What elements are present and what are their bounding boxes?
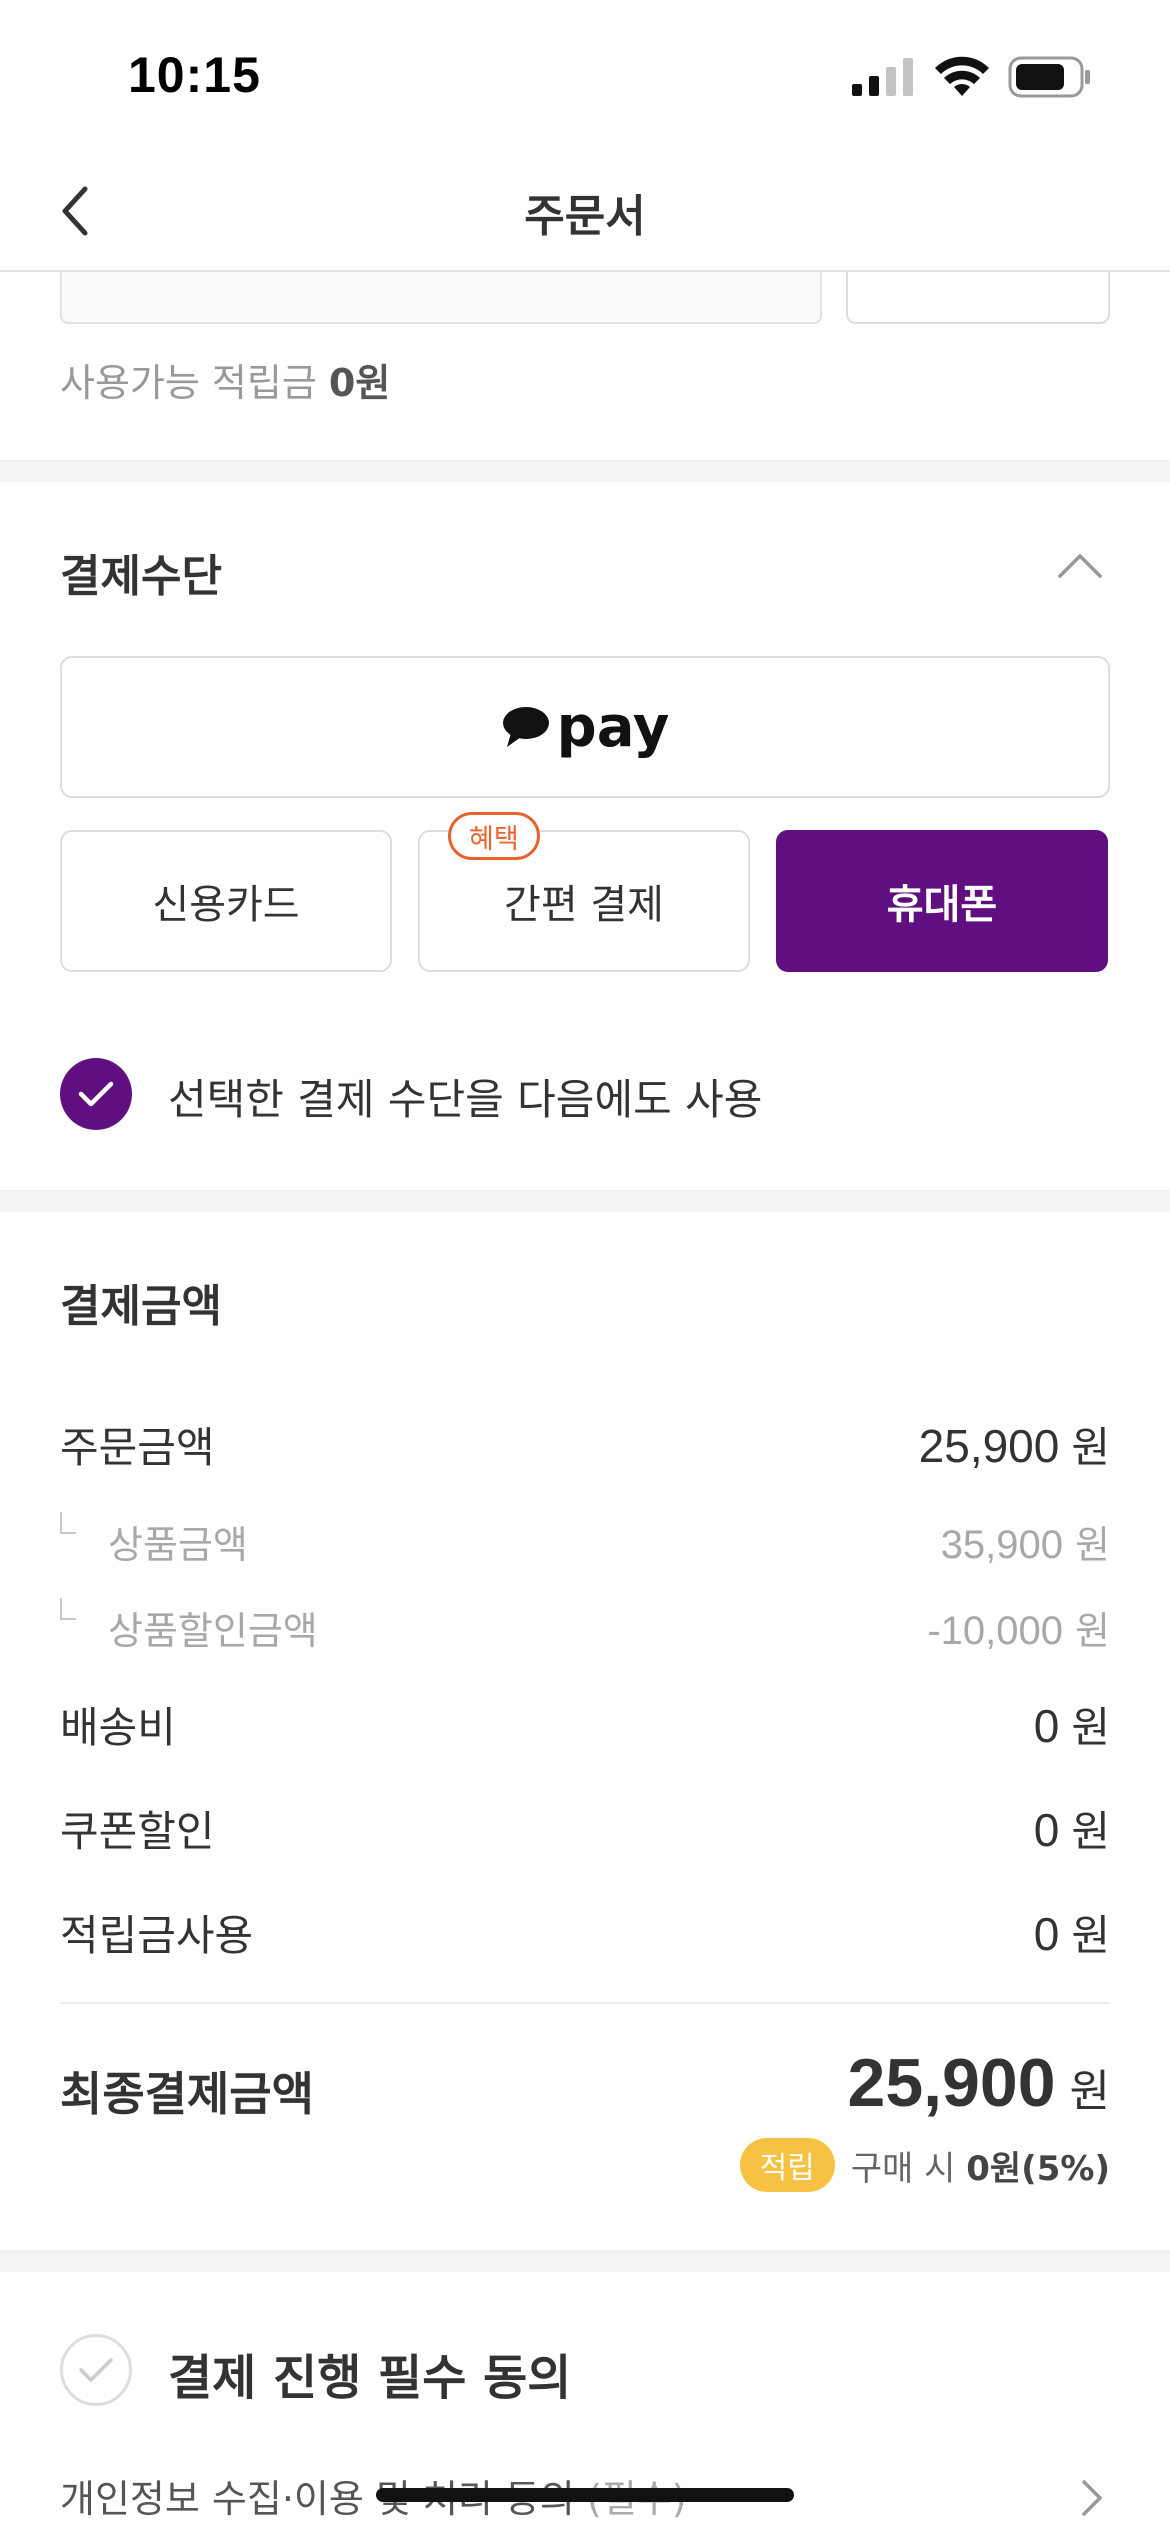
indent-marker — [60, 1512, 76, 1534]
battery-icon — [1008, 56, 1090, 98]
amount-row-coupon: 쿠폰할인 0원 — [60, 1798, 1110, 1859]
amount-unit: 원 — [1075, 1523, 1110, 1567]
amount-row-order: 주문금액 25,900 원 — [60, 1414, 1110, 1475]
wifi-icon — [935, 56, 989, 96]
points-available-value: 0원 — [328, 361, 391, 405]
reward-badge: 적립 — [739, 2138, 835, 2192]
amount-unit: 원 — [1075, 1609, 1110, 1653]
final-amount-number: 25,900 — [847, 2045, 1056, 2121]
amount-unit: 원 — [1071, 1807, 1110, 1856]
method-phone-button[interactable]: 휴대폰 — [776, 830, 1108, 972]
amount-row-value: 0원 — [1034, 1694, 1110, 1755]
home-indicator — [376, 2488, 794, 2502]
checkmark-icon — [79, 2358, 113, 2382]
amount-number: -10,000 — [927, 1609, 1064, 1653]
reward-prefix: 구매 시 — [850, 2148, 956, 2189]
payment-method-title: 결제수단 — [60, 551, 222, 602]
final-amount-unit: 원 — [1069, 2066, 1110, 2117]
section-divider — [0, 460, 1170, 482]
amount-row-value: 25,900 원 — [919, 1414, 1110, 1475]
remember-method-label[interactable]: 선택한 결제 수단을 다음에도 사용 — [168, 1066, 762, 1127]
final-amount-value: 25,900 원 — [848, 2044, 1110, 2122]
agreement-title[interactable]: 결제 진행 필수 동의 — [168, 2338, 571, 2408]
amount-row-label: 상품금액 — [60, 1512, 248, 1569]
final-amount-label: 최종결제금액 — [60, 2067, 314, 2121]
agreement-checkbox[interactable] — [60, 2334, 132, 2406]
signal-icon — [852, 58, 913, 96]
points-available: 사용가능 적립금 0원 — [60, 352, 390, 407]
kakaopay-logo: pay — [501, 694, 670, 760]
chevron-right-icon[interactable] — [1072, 2474, 1112, 2522]
reward-info: 적립 구매 시 0원(5%) — [739, 2138, 1110, 2192]
amount-unit: 원 — [1071, 1703, 1110, 1752]
amount-number: 0 — [1033, 1804, 1060, 1856]
amount-row-label: 주문금액 — [60, 1423, 215, 1472]
amount-row-product: 상품금액 35,900 원 — [60, 1512, 1110, 1569]
amount-row-value: 0원 — [1034, 1798, 1110, 1859]
amount-row-label: 배송비 — [60, 1703, 176, 1752]
indent-marker — [60, 1598, 76, 1620]
amount-number: 0 — [1033, 1700, 1060, 1752]
kakaopay-label: pay — [556, 694, 670, 760]
kakaopay-button[interactable]: pay — [60, 656, 1110, 798]
method-credit-card-button[interactable]: 신용카드 — [60, 830, 392, 972]
amount-unit: 원 — [1071, 1423, 1110, 1472]
points-use-all-button[interactable] — [846, 272, 1110, 324]
reward-value: 0원(5%) — [966, 2148, 1110, 2189]
chevron-up-icon[interactable] — [1050, 544, 1110, 588]
section-divider — [0, 2250, 1170, 2272]
speech-bubble-icon — [502, 707, 549, 747]
amount-row-label: 쿠폰할인 — [60, 1807, 215, 1856]
amount-row-value: 35,900 원 — [941, 1514, 1110, 1569]
amount-number: 25,900 — [918, 1420, 1060, 1472]
amount-row-value: 0원 — [1034, 1902, 1110, 1963]
points-input[interactable] — [60, 272, 822, 324]
reward-text: 구매 시 0원(5%) — [851, 2141, 1110, 2190]
amount-row-label: 상품할인금액 — [60, 1598, 318, 1655]
amount-number: 35,900 — [940, 1523, 1064, 1567]
header: 주문서 — [0, 150, 1170, 272]
amount-row-label-text: 상품할인금액 — [108, 1609, 318, 1653]
amount-row-label: 적립금사용 — [60, 1911, 254, 1960]
checkmark-icon — [78, 1081, 114, 1107]
amount-number: 0 — [1033, 1908, 1060, 1960]
points-available-label: 사용가능 적립금 — [60, 361, 317, 405]
amount-row-points: 적립금사용 0원 — [60, 1902, 1110, 1963]
section-divider — [0, 1190, 1170, 1212]
amount-divider — [60, 2002, 1110, 2004]
points-section: 사용가능 적립금 0원 — [0, 272, 1170, 460]
payment-amount-title: 결제금액 — [60, 1281, 222, 1332]
amount-row-value: -10,000 원 — [927, 1600, 1110, 1655]
amount-unit: 원 — [1071, 1911, 1110, 1960]
benefit-badge: 혜택 — [448, 812, 540, 860]
remember-method-checkbox[interactable] — [60, 1058, 132, 1130]
status-time: 10:15 — [128, 47, 261, 103]
amount-row-shipping: 배송비 0원 — [60, 1694, 1110, 1755]
status-bar: 10:15 — [0, 0, 1170, 150]
amount-row-label-text: 상품금액 — [108, 1523, 248, 1567]
amount-row-product-discount: 상품할인금액 -10,000 원 — [60, 1598, 1110, 1655]
page-title: 주문서 — [524, 191, 646, 242]
